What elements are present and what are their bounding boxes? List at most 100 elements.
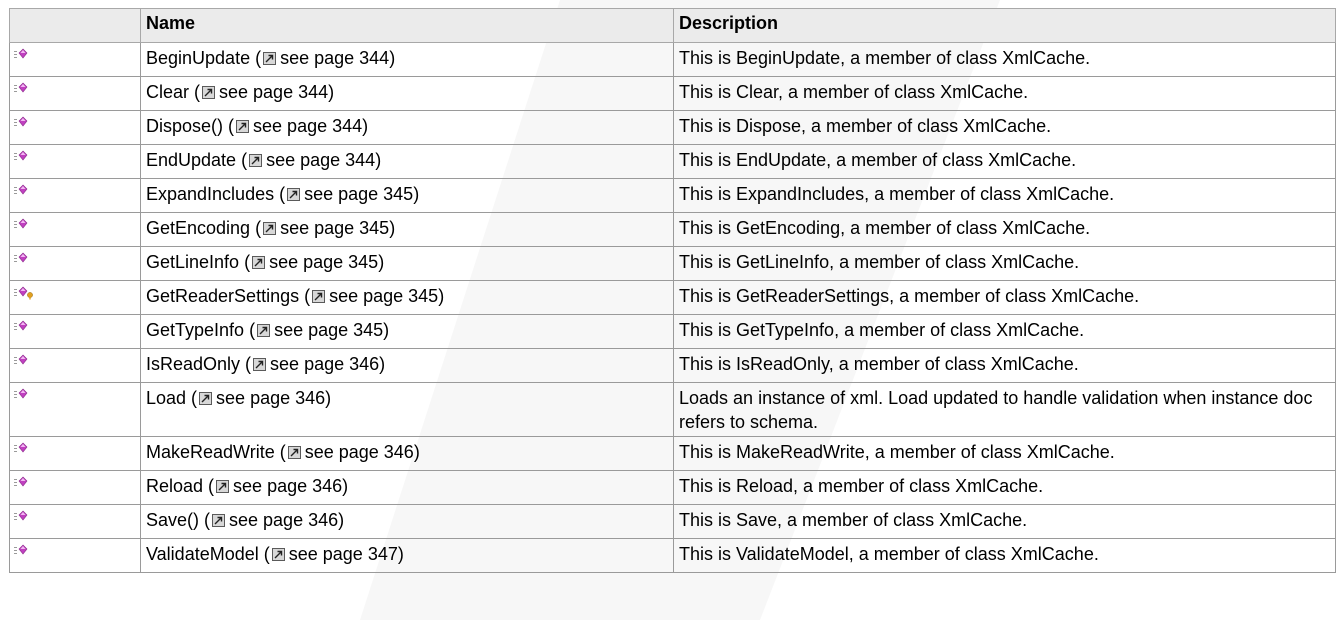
table-row: EndUpdate (see page 344) This is EndUpdat… xyxy=(9,144,1336,179)
member-name: GetEncoding xyxy=(146,218,251,238)
table-row: Load (see page 346) Loads an instance of … xyxy=(9,382,1336,437)
member-name: BeginUpdate xyxy=(146,48,251,68)
page-reference-icon[interactable] xyxy=(263,52,277,65)
member-icon-cell xyxy=(9,110,141,145)
page-reference-icon[interactable] xyxy=(249,154,263,167)
member-icon-cell xyxy=(9,314,141,349)
page-reference-link[interactable]: see page 346 xyxy=(270,354,379,374)
member-name: ValidateModel xyxy=(146,544,259,564)
public-method-icon xyxy=(14,476,28,487)
member-description: This is ExpandIncludes, a member of clas… xyxy=(673,178,1336,213)
member-description: This is IsReadOnly, a member of class Xm… xyxy=(673,348,1336,383)
page-reference-link[interactable]: see page 345 xyxy=(304,184,413,204)
member-name-cell: EndUpdate (see page 344) xyxy=(140,144,674,179)
page-reference-icon[interactable] xyxy=(202,86,216,99)
table-row: ValidateModel (see page 347) This is Vali… xyxy=(9,538,1336,573)
page-reference-link[interactable]: see page 344 xyxy=(219,82,328,102)
table-row: ExpandIncludes (see page 345) This is Exp… xyxy=(9,178,1336,213)
member-description: Loads an instance of xml. Load updated t… xyxy=(673,382,1336,437)
member-name-cell: BeginUpdate (see page 344) xyxy=(140,42,674,77)
header-description: Description xyxy=(673,8,1336,43)
public-method-icon xyxy=(14,82,28,93)
public-method-icon xyxy=(14,150,28,161)
protected-method-icon xyxy=(14,286,33,300)
member-name: Load xyxy=(146,388,187,408)
member-icon-cell xyxy=(9,178,141,213)
page-reference-icon[interactable] xyxy=(312,290,326,303)
page-reference-link[interactable]: see page 345 xyxy=(280,218,389,238)
table-row: GetReaderSettings (see page 345) This is … xyxy=(9,280,1336,315)
member-name: Reload xyxy=(146,476,204,496)
public-method-icon xyxy=(14,218,28,229)
member-icon-cell xyxy=(9,470,141,505)
page-reference-link[interactable]: see page 344 xyxy=(253,116,362,136)
page-reference-icon[interactable] xyxy=(236,120,250,133)
table-row: GetEncoding (see page 345) This is GetEnc… xyxy=(9,212,1336,247)
member-icon-cell xyxy=(9,212,141,247)
member-name-cell: GetReaderSettings (see page 345) xyxy=(140,280,674,315)
member-description: This is GetReaderSettings, a member of c… xyxy=(673,280,1336,315)
page-reference-icon[interactable] xyxy=(257,324,271,337)
page-reference-link[interactable]: see page 346 xyxy=(305,442,414,462)
page-reference-icon[interactable] xyxy=(271,548,285,561)
member-name: Clear xyxy=(146,82,190,102)
page-reference-link[interactable]: see page 346 xyxy=(233,476,342,496)
member-name: GetLineInfo xyxy=(146,252,240,272)
public-method-icon xyxy=(14,116,28,127)
table-row: BeginUpdate (see page 344) This is BeginU… xyxy=(9,42,1336,77)
page-reference-link[interactable]: see page 344 xyxy=(280,48,389,68)
page-reference-icon[interactable] xyxy=(199,392,213,405)
member-icon-cell xyxy=(9,42,141,77)
member-name-cell: Dispose() (see page 344) xyxy=(140,110,674,145)
member-icon-cell xyxy=(9,76,141,111)
header-name: Name xyxy=(140,8,674,43)
table-row: IsReadOnly (see page 346) This is IsReadO… xyxy=(9,348,1336,383)
member-icon-cell xyxy=(9,280,141,315)
member-name: GetReaderSettings xyxy=(146,286,300,306)
page-reference-icon[interactable] xyxy=(263,222,277,235)
member-name-cell: GetTypeInfo (see page 345) xyxy=(140,314,674,349)
page-reference-link[interactable]: see page 345 xyxy=(329,286,438,306)
member-name: EndUpdate xyxy=(146,150,237,170)
page-reference-link[interactable]: see page 344 xyxy=(266,150,375,170)
member-name: Dispose() xyxy=(146,116,224,136)
table-row: Reload (see page 346) This is Reload, a m… xyxy=(9,470,1336,505)
public-method-icon xyxy=(14,388,28,399)
member-icon-cell xyxy=(9,348,141,383)
page-reference-icon[interactable] xyxy=(252,256,266,269)
member-description: This is GetLineInfo, a member of class X… xyxy=(673,246,1336,281)
member-description: This is GetEncoding, a member of class X… xyxy=(673,212,1336,247)
page-reference-link[interactable]: see page 346 xyxy=(216,388,325,408)
page-reference-icon[interactable] xyxy=(212,514,226,527)
public-method-icon xyxy=(14,184,28,195)
member-name-cell: ValidateModel (see page 347) xyxy=(140,538,674,573)
page-reference-icon[interactable] xyxy=(253,358,267,371)
header-icon-column xyxy=(9,8,141,43)
member-name-cell: GetLineInfo (see page 345) xyxy=(140,246,674,281)
public-method-icon xyxy=(14,442,28,453)
public-method-icon xyxy=(14,354,28,365)
member-name-cell: Load (see page 346) xyxy=(140,382,674,437)
page-reference-link[interactable]: see page 346 xyxy=(229,510,338,530)
table-row: GetTypeInfo (see page 345) This is GetTyp… xyxy=(9,314,1336,349)
member-icon-cell xyxy=(9,246,141,281)
page-reference-link[interactable]: see page 347 xyxy=(289,544,398,564)
page-reference-icon[interactable] xyxy=(287,188,301,201)
table-row: MakeReadWrite (see page 346) This is Make… xyxy=(9,436,1336,471)
page-reference-link[interactable]: see page 345 xyxy=(274,320,383,340)
public-method-icon xyxy=(14,510,28,521)
page-reference-link[interactable]: see page 345 xyxy=(269,252,378,272)
member-name-cell: MakeReadWrite (see page 346) xyxy=(140,436,674,471)
member-name: Save() xyxy=(146,510,200,530)
member-icon-cell xyxy=(9,538,141,573)
member-icon-cell xyxy=(9,504,141,539)
member-name-cell: Clear (see page 344) xyxy=(140,76,674,111)
page-reference-icon[interactable] xyxy=(287,446,301,459)
member-description: This is Save, a member of class XmlCache… xyxy=(673,504,1336,539)
member-description: This is Dispose, a member of class XmlCa… xyxy=(673,110,1336,145)
header-row: Name Description xyxy=(9,8,1336,43)
public-method-icon xyxy=(14,320,28,331)
member-name: IsReadOnly xyxy=(146,354,241,374)
page-reference-icon[interactable] xyxy=(216,480,230,493)
member-name-cell: Reload (see page 346) xyxy=(140,470,674,505)
